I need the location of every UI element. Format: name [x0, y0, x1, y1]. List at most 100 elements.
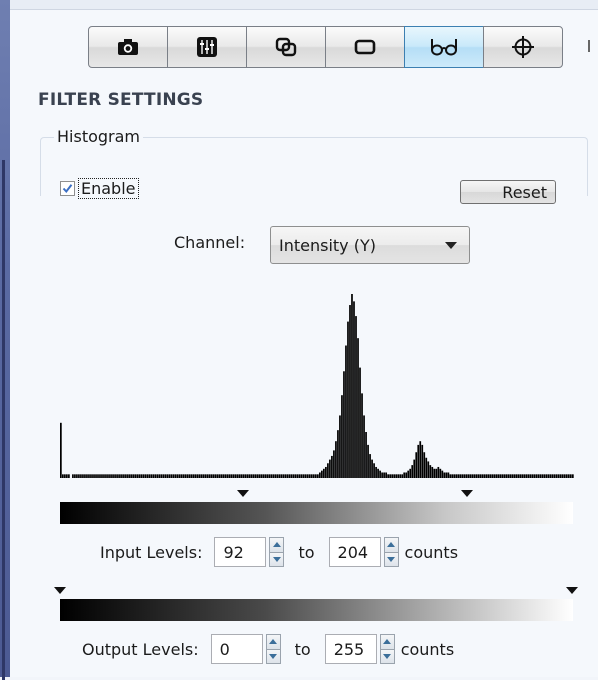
histogram-bar [88, 474, 90, 478]
spin-up-button[interactable] [379, 634, 395, 650]
chevron-down-icon [445, 242, 457, 249]
checkmark-icon [62, 184, 73, 194]
histogram-bar [435, 468, 438, 478]
histogram-bar [170, 474, 173, 478]
histogram-bar [329, 459, 331, 478]
spin-down-button[interactable] [269, 552, 285, 567]
window-left-edge [0, 0, 10, 680]
histogram-bar [168, 474, 171, 478]
histogram-bar [298, 474, 301, 478]
histogram-bar [559, 474, 562, 478]
output-max-spinner[interactable] [379, 634, 395, 664]
enable-checkbox[interactable] [60, 181, 75, 196]
histogram-bar [100, 474, 102, 478]
histogram-bar [561, 474, 564, 478]
output-max-marker[interactable] [566, 587, 578, 594]
spin-up-button[interactable] [269, 537, 285, 553]
histogram-bar [453, 474, 456, 478]
histogram-bar [264, 474, 267, 478]
output-min-spinner[interactable] [265, 634, 281, 664]
histogram-bar [262, 474, 265, 478]
output-max-field[interactable]: 255 [324, 634, 377, 664]
histogram-bar [327, 463, 329, 478]
histogram-bar [451, 474, 454, 478]
histogram-bar [212, 474, 215, 478]
histogram-bar [463, 474, 466, 478]
output-min-marker[interactable] [54, 587, 66, 594]
view-toolbar [88, 26, 584, 70]
histogram-bar [335, 441, 337, 478]
histogram-bar [188, 474, 191, 478]
reset-button[interactable]: Reset [460, 180, 556, 204]
output-min-field[interactable]: 0 [210, 634, 263, 664]
input-min-spinner[interactable] [269, 537, 285, 567]
histogram-bar [429, 465, 432, 478]
channel-select[interactable]: Intensity (Y) [270, 226, 470, 264]
histogram-bar [176, 474, 179, 478]
histogram-bar [405, 472, 408, 478]
enable-checkbox-row[interactable]: Enable [60, 178, 139, 199]
camera-icon [118, 39, 138, 55]
histogram-bar [202, 474, 205, 478]
histogram-bar [94, 474, 96, 478]
histogram-bar [230, 474, 233, 478]
histogram-bar [525, 474, 528, 478]
histogram-bar [505, 474, 508, 478]
histogram-bar [270, 474, 273, 478]
histogram-bar [537, 474, 540, 478]
spin-down-button[interactable] [379, 649, 395, 664]
histogram-bar [319, 472, 321, 478]
histogram-bar [96, 474, 98, 478]
input-units-label: counts [404, 542, 459, 562]
histogram-bar [282, 474, 285, 478]
spin-down-button[interactable] [383, 552, 399, 567]
sliders-icon [197, 37, 217, 57]
histogram-bar [387, 474, 389, 478]
histogram-bar [238, 474, 241, 478]
crosshair-icon [512, 36, 534, 58]
histogram-bar [503, 474, 506, 478]
camera-button[interactable] [88, 26, 168, 68]
histogram-bar [501, 474, 504, 478]
histogram-bar [304, 474, 307, 478]
adjustments-button[interactable] [167, 26, 247, 68]
histogram-bar [254, 474, 257, 478]
histogram-bar [208, 474, 211, 478]
histogram-bar [198, 474, 201, 478]
crosshair-button[interactable] [483, 26, 563, 68]
histogram-bar [274, 474, 277, 478]
spin-up-button[interactable] [265, 634, 281, 650]
input-max-marker[interactable] [461, 490, 473, 497]
histogram-bar [98, 474, 100, 478]
histogram-bar [172, 474, 175, 478]
section-title: FILTER SETTINGS [38, 90, 204, 110]
histogram-bar [118, 474, 120, 478]
histogram-bar [419, 441, 422, 478]
histogram-bar [369, 454, 371, 478]
filter-view-button[interactable] [404, 26, 484, 68]
histogram-bar [367, 444, 369, 478]
histogram-bar [64, 474, 66, 478]
overlay-button[interactable] [246, 26, 326, 68]
histogram-bar [519, 474, 522, 478]
spin-down-button[interactable] [265, 649, 281, 664]
arrow-down-icon [387, 556, 396, 562]
input-min-marker[interactable] [237, 490, 249, 497]
rectangle-button[interactable] [325, 26, 405, 68]
input-min-field[interactable]: 92 [214, 537, 267, 567]
histogram-bar [407, 470, 410, 478]
input-max-spinner[interactable] [383, 537, 399, 567]
histogram-bar [248, 474, 251, 478]
spin-up-button[interactable] [383, 537, 399, 553]
histogram-bar [242, 474, 245, 478]
histogram-bar [144, 474, 147, 478]
histogram-bar [294, 474, 297, 478]
histogram-bar [427, 461, 430, 478]
toolbar-overflow-indicator [588, 40, 590, 52]
histogram-bar [62, 474, 64, 478]
histogram-bar [361, 393, 363, 478]
histogram-bar [513, 474, 516, 478]
histogram-bar [162, 474, 165, 478]
input-to-label: to [298, 542, 315, 562]
input-max-field[interactable]: 204 [328, 537, 381, 567]
